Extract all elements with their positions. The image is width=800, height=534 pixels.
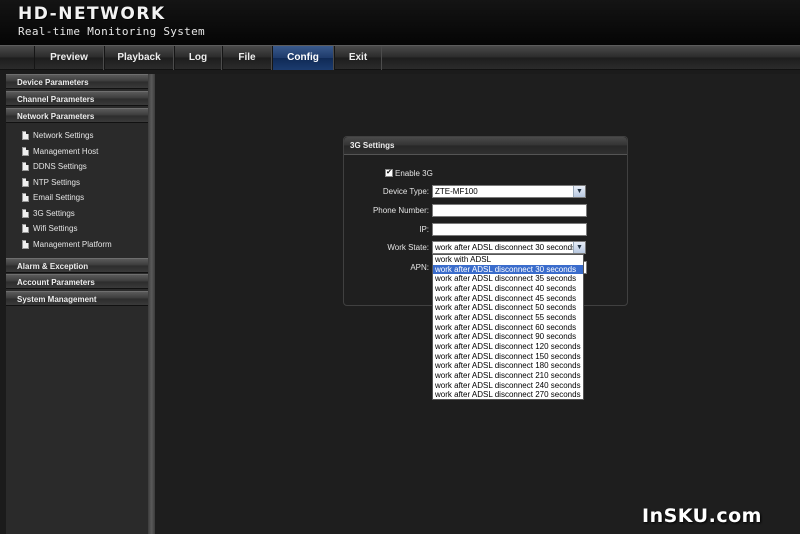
phone-number-field[interactable] [432, 204, 587, 217]
main-nav: Preview Playback Log File Config Exit [0, 45, 800, 70]
document-icon [22, 147, 29, 156]
sidebar-splitter[interactable] [148, 74, 155, 534]
sidebar-cat-alarm-exception[interactable]: Alarm & Exception [6, 258, 148, 273]
dropdown-option[interactable]: work after ADSL disconnect 270 seconds [433, 390, 583, 400]
chevron-down-icon[interactable]: ▼ [573, 186, 585, 197]
sidebar-item-label: Management Host [33, 147, 99, 156]
sidebar-item-email-settings[interactable]: Email Settings [6, 190, 148, 205]
document-icon [22, 224, 29, 233]
document-icon [22, 240, 29, 249]
dropdown-option[interactable]: work after ADSL disconnect 30 seconds [433, 264, 583, 275]
apn-label: APN: [410, 263, 429, 272]
document-icon [22, 178, 29, 187]
dropdown-option[interactable]: work after ADSL disconnect 90 seconds [433, 332, 583, 342]
enable-3g-label: Enable 3G [395, 169, 433, 178]
tab-exit[interactable]: Exit [334, 46, 382, 70]
dropdown-option[interactable]: work after ADSL disconnect 180 seconds [433, 361, 583, 371]
phone-number-label: Phone Number: [372, 206, 429, 215]
tab-log[interactable]: Log [174, 46, 222, 70]
sidebar-item-label: Email Settings [33, 193, 85, 202]
sidebar-cat-channel-parameters[interactable]: Channel Parameters [6, 91, 148, 106]
sidebar-item-label: Wifi Settings [33, 224, 78, 233]
sidebar-item-3g-settings[interactable]: 3G Settings [6, 206, 148, 221]
tab-config[interactable]: Config [272, 46, 334, 70]
sidebar-item-network-settings[interactable]: Network Settings [6, 128, 148, 143]
dropdown-option[interactable]: work after ADSL disconnect 50 seconds [433, 303, 583, 313]
device-type-value: ZTE-MF100 [435, 187, 478, 196]
app-logo: HD-NETWORK [18, 4, 166, 24]
sidebar-cat-system-management[interactable]: System Management [6, 291, 148, 306]
document-icon [22, 162, 29, 171]
dropdown-option[interactable]: work after ADSL disconnect 120 seconds [433, 342, 583, 352]
dropdown-option[interactable]: work after ADSL disconnect 40 seconds [433, 284, 583, 294]
sidebar-item-label: NTP Settings [33, 178, 80, 187]
dropdown-option[interactable]: work after ADSL disconnect 240 seconds [433, 381, 583, 391]
sidebar-item-ddns-settings[interactable]: DDNS Settings [6, 159, 148, 174]
app-header: HD-NETWORK Real-time Monitoring System [0, 0, 800, 45]
dropdown-option[interactable]: work after ADSL disconnect 60 seconds [433, 323, 583, 333]
panel-title: 3G Settings [344, 137, 627, 155]
work-state-label: Work State: [387, 243, 429, 252]
work-state-value: work after ADSL disconnect 30 seconds [435, 243, 577, 252]
sidebar: Device Parameters Channel Parameters Net… [6, 74, 148, 534]
dropdown-option[interactable]: work after ADSL disconnect 45 seconds [433, 294, 583, 304]
dropdown-option[interactable]: work after ADSL disconnect 35 seconds [433, 274, 583, 284]
sidebar-cat-account-parameters[interactable]: Account Parameters [6, 274, 148, 289]
app-subtitle: Real-time Monitoring System [18, 25, 205, 38]
tab-preview[interactable]: Preview [34, 46, 104, 70]
chevron-down-icon[interactable]: ▼ [573, 242, 585, 253]
sidebar-item-label: Management Platform [33, 240, 112, 249]
ip-field[interactable] [432, 223, 587, 236]
dropdown-option[interactable]: work after ADSL disconnect 55 seconds [433, 313, 583, 323]
dropdown-option[interactable]: work after ADSL disconnect 150 seconds [433, 352, 583, 362]
tab-file[interactable]: File [222, 46, 272, 70]
work-state-dropdown-list: work with ADSL work after ADSL disconnect… [432, 254, 584, 400]
document-icon [22, 209, 29, 218]
dropdown-option[interactable]: work with ADSL [433, 255, 583, 265]
sidebar-cat-device-parameters[interactable]: Device Parameters [6, 74, 148, 89]
sidebar-item-label: 3G Settings [33, 209, 75, 218]
document-icon [22, 193, 29, 202]
sidebar-item-management-platform[interactable]: Management Platform [6, 237, 148, 252]
work-state-select[interactable]: work after ADSL disconnect 30 seconds ▼ [432, 241, 586, 254]
ip-label: IP: [419, 225, 429, 234]
sidebar-item-ntp-settings[interactable]: NTP Settings [6, 175, 148, 190]
dropdown-option[interactable]: work after ADSL disconnect 210 seconds [433, 371, 583, 381]
sidebar-cat-network-parameters[interactable]: Network Parameters [6, 108, 148, 123]
watermark-logo: InSKU.com [642, 505, 762, 527]
sidebar-item-management-host[interactable]: Management Host [6, 144, 148, 159]
document-icon [22, 131, 29, 140]
tab-playback[interactable]: Playback [104, 46, 174, 70]
sidebar-item-wifi-settings[interactable]: Wifi Settings [6, 221, 148, 236]
sidebar-item-label: Network Settings [33, 131, 94, 140]
device-type-label: Device Type: [382, 187, 429, 196]
device-type-select[interactable]: ZTE-MF100 ▼ [432, 185, 586, 198]
sidebar-item-label: DDNS Settings [33, 162, 87, 171]
enable-3g-checkbox[interactable]: ✔ [385, 169, 393, 177]
